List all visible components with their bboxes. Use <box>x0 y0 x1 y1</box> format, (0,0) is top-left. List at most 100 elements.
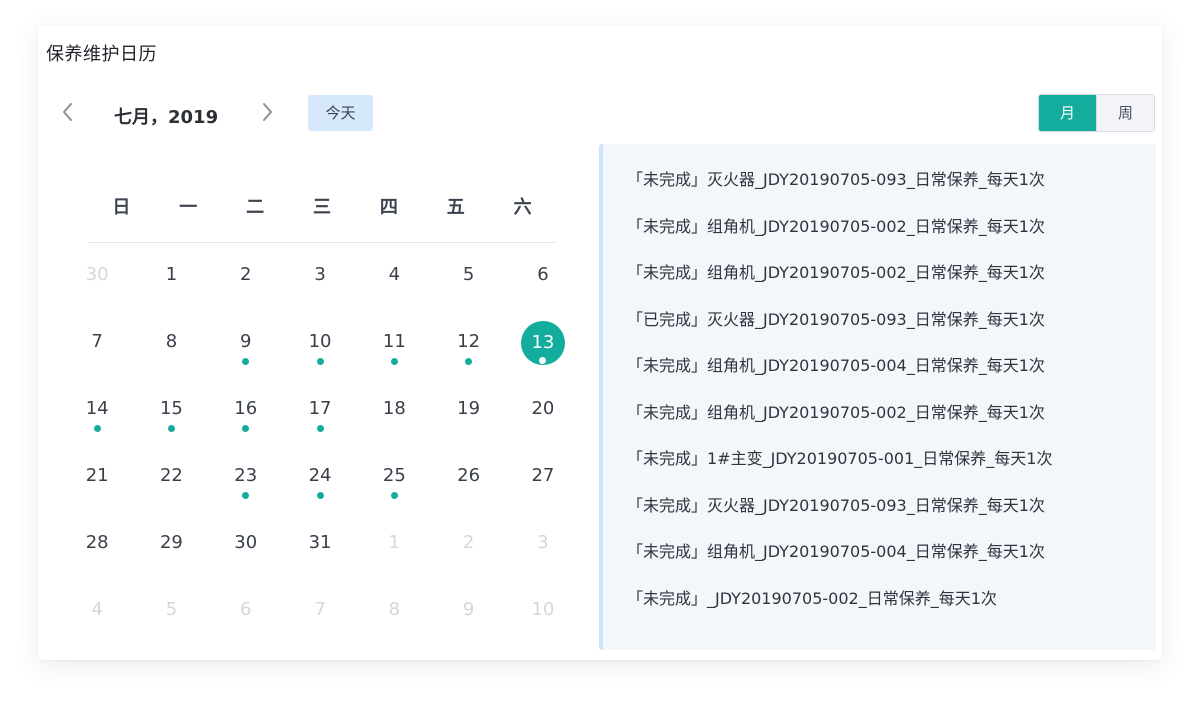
calendar-day[interactable]: 1 <box>357 510 431 577</box>
calendar-day[interactable]: 30 <box>60 242 134 309</box>
calendar-day[interactable]: 8 <box>134 309 208 376</box>
task-list-item[interactable]: 「未完成」1#主变_JDY20190705-001_日常保养_每天1次 <box>627 445 1052 492</box>
calendar-day[interactable]: 3 <box>506 510 580 577</box>
calendar-day[interactable]: 16 <box>209 376 283 443</box>
calendar-day[interactable]: 2 <box>209 242 283 309</box>
day-number: 9 <box>240 331 252 352</box>
day-number: 24 <box>308 465 332 486</box>
calendar-day-grid: 30 1 2 3 4 5 6 7 8 9 10 11 12 13 14 15 16 17 18 19 20 21 22 23 2… <box>60 242 580 644</box>
weekday-tue: 二 <box>246 197 265 218</box>
calendar-day[interactable]: 24 <box>283 443 357 510</box>
calendar-day[interactable]: 8 <box>357 577 431 644</box>
maintenance-calendar-card: 保养维护日历 七月，2019 今天 月 周 日 一 二 三 四 五 六 30 1 2… <box>38 26 1162 660</box>
chevron-right-icon <box>263 103 272 121</box>
calendar-day[interactable]: 17 <box>283 376 357 443</box>
day-number: 31 <box>308 532 332 553</box>
calendar-day[interactable]: 2 <box>431 510 505 577</box>
task-indicator-dot <box>316 425 324 432</box>
task-list-item[interactable]: 「未完成」灭火器_JDY20190705-093_日常保养_每天1次 <box>627 166 1052 213</box>
calendar-day[interactable]: 10 <box>506 577 580 644</box>
task-list-item[interactable]: 「未完成」组角机_JDY20190705-004_日常保养_每天1次 <box>627 352 1052 399</box>
calendar-day[interactable]: 1 <box>134 242 208 309</box>
calendar-day[interactable]: 28 <box>60 510 134 577</box>
calendar-day[interactable]: 9 <box>209 309 283 376</box>
calendar-day[interactable]: 4 <box>60 577 134 644</box>
calendar-day[interactable]: 23 <box>209 443 283 510</box>
task-indicator-dot <box>390 492 398 499</box>
calendar-day[interactable]: 21 <box>60 443 134 510</box>
prev-month-button[interactable] <box>58 100 78 124</box>
day-number: 21 <box>85 465 109 486</box>
day-number: 30 <box>85 264 109 285</box>
task-indicator-dot <box>316 492 324 499</box>
day-number: 9 <box>462 599 475 620</box>
month-view-button[interactable]: 月 <box>1039 95 1096 131</box>
day-number: 16 <box>234 398 258 419</box>
calendar-day-selected[interactable]: 13 <box>506 309 580 376</box>
task-indicator-dot <box>390 358 398 365</box>
calendar-day[interactable]: 27 <box>506 443 580 510</box>
day-number: 3 <box>314 264 326 285</box>
task-list-item[interactable]: 「已完成」灭火器_JDY20190705-093_日常保养_每天1次 <box>627 306 1052 353</box>
weekday-thu: 四 <box>379 197 398 218</box>
day-number: 2 <box>462 532 475 553</box>
day-number: 5 <box>165 599 178 620</box>
day-number: 14 <box>85 398 109 419</box>
day-number: 7 <box>91 331 103 352</box>
day-number: 29 <box>159 532 183 553</box>
task-list-item[interactable]: 「未完成」组角机_JDY20190705-002_日常保养_每天1次 <box>627 399 1052 446</box>
calendar-day[interactable]: 12 <box>431 309 505 376</box>
day-number: 28 <box>85 532 109 553</box>
today-button[interactable]: 今天 <box>308 95 373 131</box>
day-number: 19 <box>457 398 481 419</box>
task-list-item[interactable]: 「未完成」组角机_JDY20190705-002_日常保养_每天1次 <box>627 213 1052 260</box>
calendar-day[interactable]: 5 <box>431 242 505 309</box>
calendar-day[interactable]: 7 <box>60 309 134 376</box>
calendar-day[interactable]: 18 <box>357 376 431 443</box>
day-number: 17 <box>308 398 332 419</box>
day-number: 23 <box>234 465 258 486</box>
day-number: 8 <box>165 331 178 352</box>
weekday-fri: 五 <box>446 197 465 218</box>
day-number: 18 <box>382 398 406 419</box>
calendar-day[interactable]: 25 <box>357 443 431 510</box>
calendar-day[interactable]: 6 <box>209 577 283 644</box>
task-indicator-dot <box>465 358 473 365</box>
weekday-mon: 一 <box>179 197 198 218</box>
calendar-day[interactable]: 22 <box>134 443 208 510</box>
task-indicator-dot <box>242 358 250 365</box>
day-number: 22 <box>159 465 183 486</box>
task-indicator-dot <box>93 425 101 432</box>
calendar-day[interactable]: 10 <box>283 309 357 376</box>
weekday-wed: 三 <box>312 197 331 218</box>
calendar-day[interactable]: 14 <box>60 376 134 443</box>
week-view-button[interactable]: 周 <box>1096 95 1154 131</box>
day-number: 6 <box>537 264 549 285</box>
calendar-day[interactable]: 7 <box>283 577 357 644</box>
calendar-day[interactable]: 3 <box>283 242 357 309</box>
day-number: 12 <box>457 331 481 352</box>
calendar-day[interactable]: 30 <box>209 510 283 577</box>
task-list-item[interactable]: 「未完成」组角机_JDY20190705-002_日常保养_每天1次 <box>627 259 1052 306</box>
calendar-day[interactable]: 5 <box>134 577 208 644</box>
calendar-day[interactable]: 19 <box>431 376 505 443</box>
calendar-day[interactable]: 4 <box>357 242 431 309</box>
calendar-day[interactable]: 29 <box>134 510 208 577</box>
day-number: 1 <box>388 532 401 553</box>
calendar-day[interactable]: 15 <box>134 376 208 443</box>
day-number: 1 <box>165 264 178 285</box>
day-number: 11 <box>382 331 406 352</box>
calendar-day[interactable]: 31 <box>283 510 357 577</box>
day-number: 4 <box>388 264 401 285</box>
task-list-item[interactable]: 「未完成」灭火器_JDY20190705-093_日常保养_每天1次 <box>627 492 1052 539</box>
calendar-day[interactable]: 11 <box>357 309 431 376</box>
calendar-day[interactable]: 6 <box>506 242 580 309</box>
day-number: 8 <box>388 599 401 620</box>
calendar-day[interactable]: 9 <box>431 577 505 644</box>
calendar-day[interactable]: 20 <box>506 376 580 443</box>
calendar-day[interactable]: 26 <box>431 443 505 510</box>
panel-title: 保养维护日历 <box>46 44 157 65</box>
next-month-button[interactable] <box>257 100 277 124</box>
task-list-item[interactable]: 「未完成」_JDY20190705-002_日常保养_每天1次 <box>627 585 1052 632</box>
task-list-item[interactable]: 「未完成」组角机_JDY20190705-004_日常保养_每天1次 <box>627 538 1052 585</box>
